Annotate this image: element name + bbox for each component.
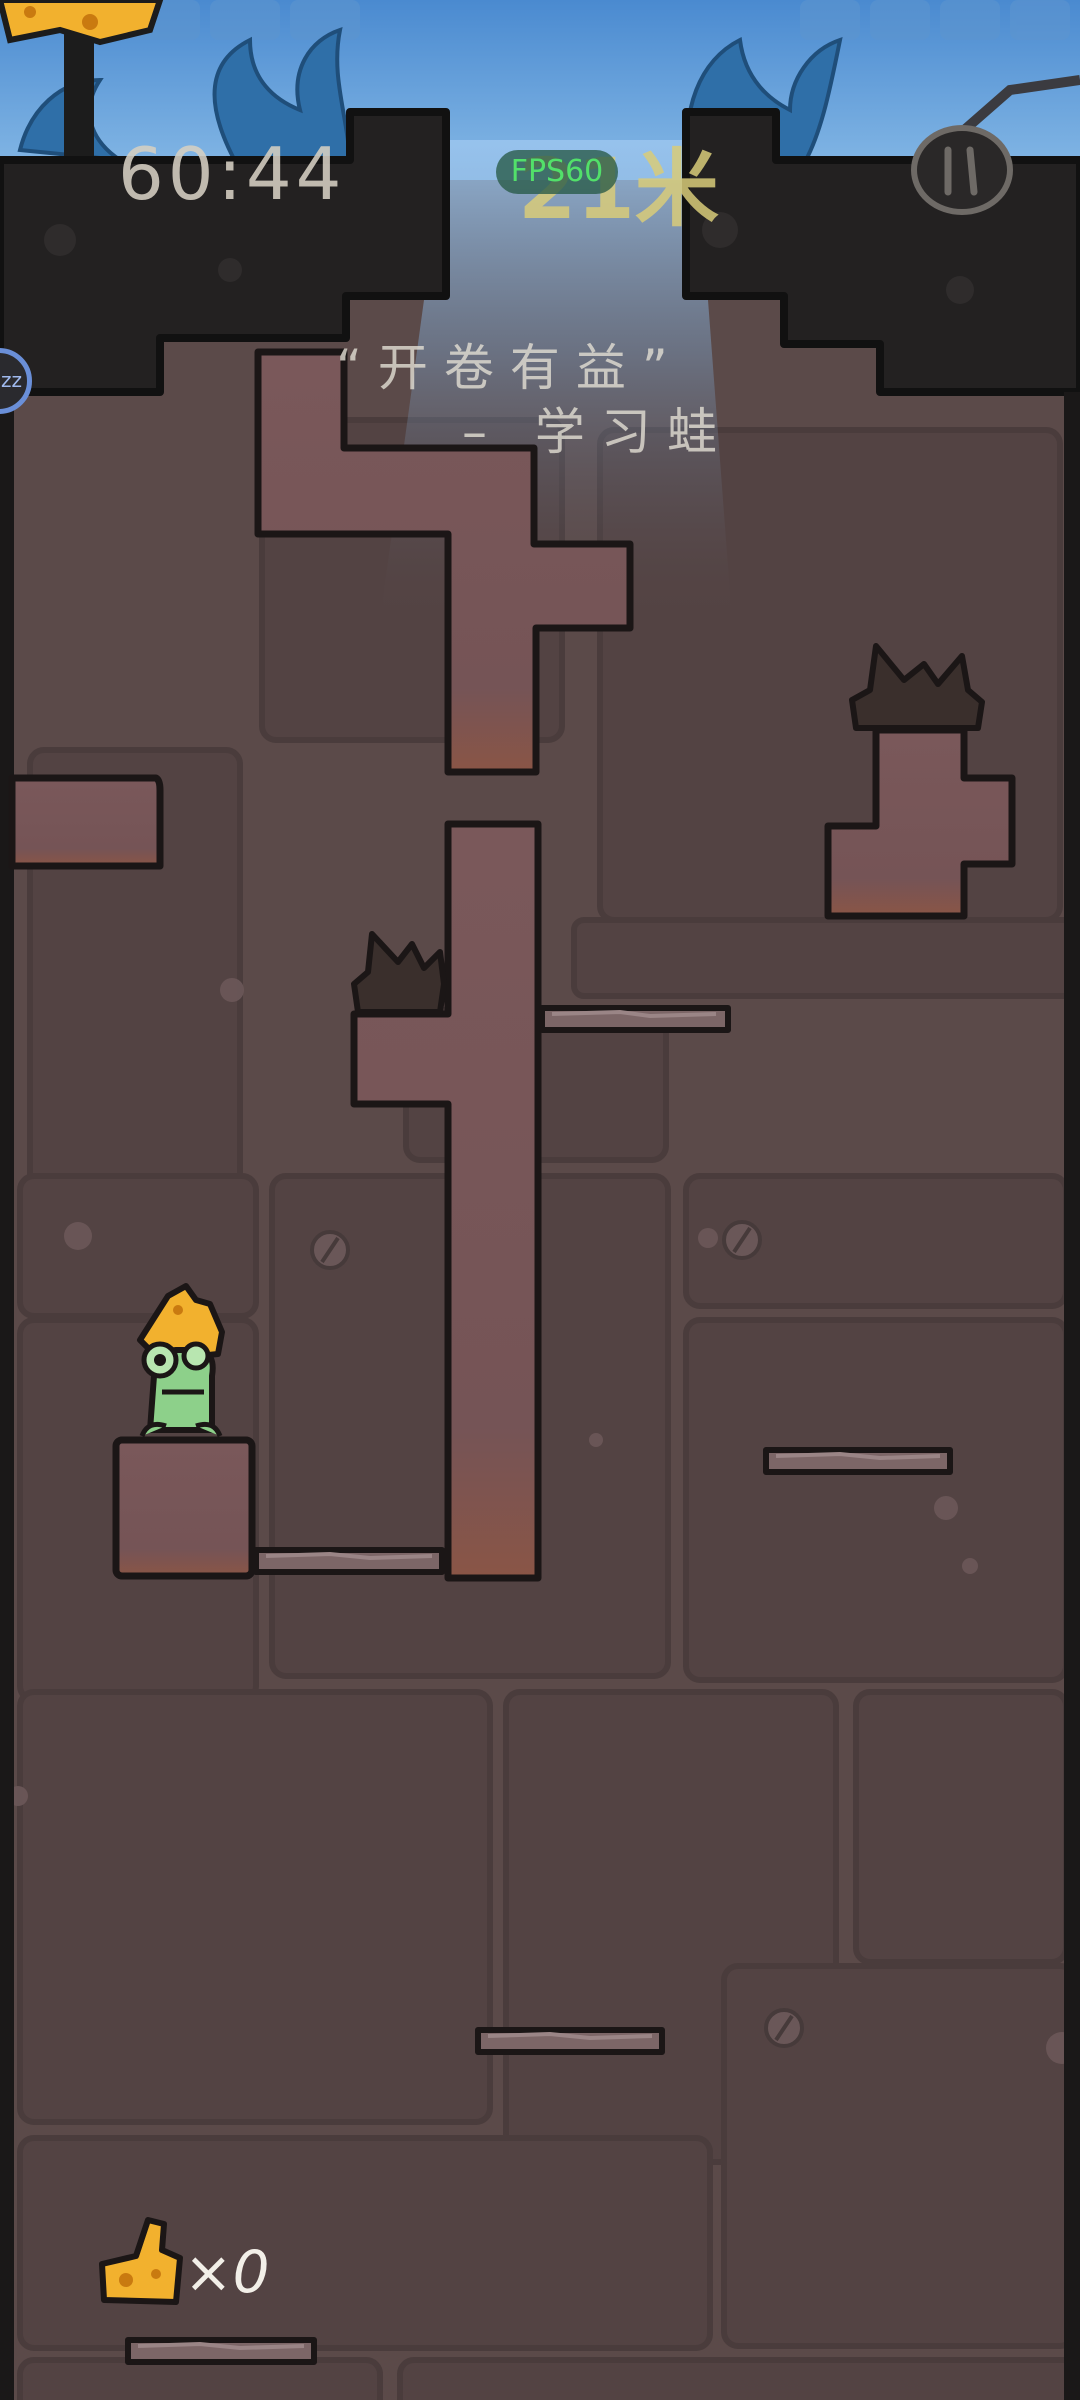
cheese-icon — [99, 2217, 183, 2305]
plank-3 — [253, 1547, 445, 1575]
plank-5 — [125, 2337, 317, 2365]
left-wall — [0, 392, 14, 2400]
quote-text: “开卷有益” — [336, 339, 684, 397]
fps-badge: FPS60 — [496, 150, 618, 194]
plank-1 — [539, 1005, 731, 1033]
block-frog-pedestal — [112, 1436, 256, 1580]
cheese-counter: ×0 — [96, 2210, 276, 2310]
plank-2 — [763, 1447, 953, 1475]
quote-author: – 学习蛙 — [462, 403, 733, 461]
pause-icon — [911, 125, 1013, 215]
right-wall — [1064, 392, 1080, 2400]
pause-button[interactable] — [908, 120, 1016, 220]
cheese-count: ×0 — [184, 2238, 270, 2306]
timer: 60:44 — [118, 132, 346, 216]
plank-4 — [475, 2027, 665, 2055]
game-screen: 60:44 21米 FPS60 “开卷有益” – 学习蛙 zz ×0 — [0, 0, 1080, 2400]
sleep-label: zz — [1, 368, 22, 392]
block-left-ledge — [8, 774, 164, 870]
